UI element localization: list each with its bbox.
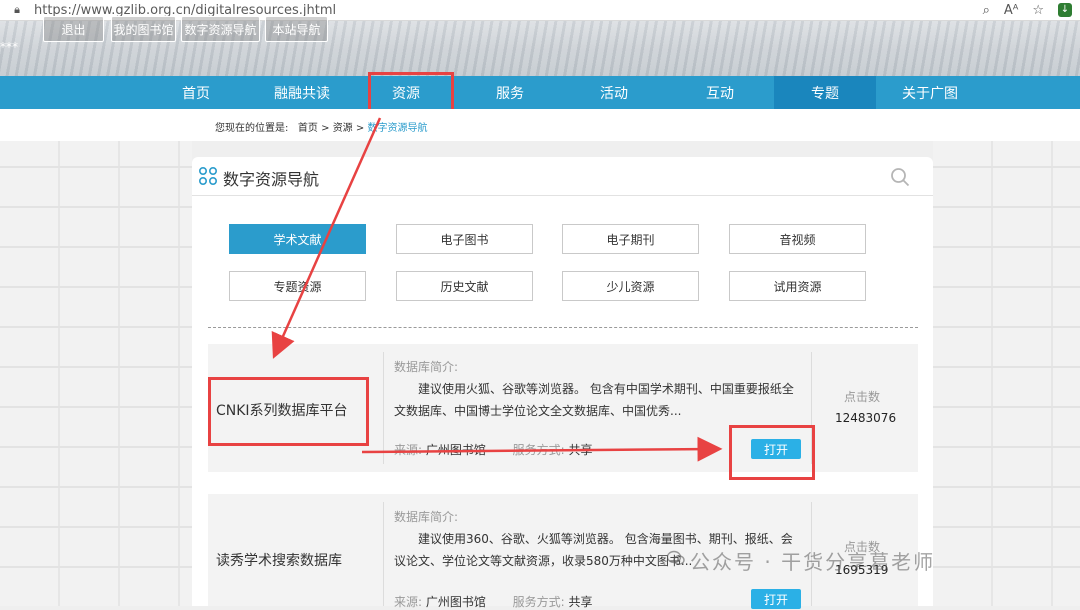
category-audio-video[interactable]: 音视频 [729,224,866,254]
service-value: 共享 [568,443,593,457]
source-label: 来源: [394,443,423,457]
background-pattern-right [933,141,1080,606]
lock-icon[interactable]: 🔒︎ [10,3,24,17]
card-divider [383,502,384,606]
nav-interaction[interactable]: 互动 [684,76,756,109]
nav-topics[interactable]: 专题 [774,76,876,109]
service-label: 服务方式: [512,443,565,457]
category-academic[interactable]: 学术文献 [229,224,366,254]
highlight-box-open-button [729,425,815,480]
site-nav-button[interactable]: 本站导航 [265,16,328,42]
service-value: 共享 [568,595,593,609]
open-button-duxiu[interactable]: 打开 [751,589,801,609]
highlight-box-cnki-name [208,377,369,446]
database-meta: 来源: 广州图书馆 服务方式: 共享 [394,441,592,458]
breadcrumb-current[interactable]: 数字资源导航 [367,123,427,134]
breadcrumb-prefix: 您现在的位置是: [215,123,289,134]
breadcrumb-sep: > [321,123,330,134]
digital-resource-nav-button[interactable]: 数字资源导航 [181,16,260,42]
breadcrumb-home[interactable]: 首页 [298,123,318,134]
watermark-text: 公众号 · 干货分享葛老师 [690,550,936,574]
database-name[interactable]: 读秀学术搜索数据库 [216,550,342,570]
browser-tools: ⌕ Aᴬ ☆ ↓ [983,0,1072,20]
nav-reading[interactable]: 融融共读 [262,76,342,109]
search-icon[interactable] [890,167,910,187]
source-value: 广州图书馆 [425,595,486,609]
panel-header: 数字资源导航 [192,157,933,196]
intro-label: 数据库简介: [394,510,459,524]
masked-username: *** [0,40,18,54]
nav-services[interactable]: 服务 [474,76,546,109]
favorite-icon[interactable]: ☆ [1032,3,1044,18]
extension-icon[interactable]: ↓ [1058,3,1072,17]
category-children[interactable]: 少儿资源 [562,271,699,301]
my-library-button[interactable]: 我的图书馆 [111,16,176,42]
main-nav: 首页 融融共读 资源 服务 活动 互动 专题 关于广图 [0,76,1080,109]
nav-home[interactable]: 首页 [160,76,232,109]
breadcrumb-band [0,109,1080,141]
card-divider [383,352,384,464]
category-historical[interactable]: 历史文献 [396,271,533,301]
wechat-icon [667,550,685,565]
database-description: 建议使用火狐、谷歌等浏览器。 包含有中国学术期刊、中国重要报纸全文数据库、中国博… [394,382,794,418]
category-trial[interactable]: 试用资源 [729,271,866,301]
breadcrumb: 您现在的位置是: 首页 > 资源 > 数字资源导航 [215,119,427,134]
category-ebooks[interactable]: 电子图书 [396,224,533,254]
source-label: 来源: [394,595,423,609]
database-meta: 来源: 广州图书馆 服务方式: 共享 [394,593,592,610]
clicks-label: 点击数 [844,390,881,404]
intro-label: 数据库简介: [394,360,459,374]
nav-activities[interactable]: 活动 [578,76,650,109]
source-value: 广州图书馆 [425,443,486,457]
background-pattern-left [0,141,192,606]
breadcrumb-resource[interactable]: 资源 [333,123,353,134]
grid-circles-icon [198,166,218,186]
nav-about[interactable]: 关于广图 [890,76,970,109]
breadcrumb-sep: > [355,123,365,134]
service-label: 服务方式: [512,595,565,609]
dashed-divider [208,327,918,328]
category-special[interactable]: 专题资源 [229,271,366,301]
logout-button[interactable]: 退出 [43,16,104,42]
clicks-value: 12483076 [835,411,897,425]
panel-title: 数字资源导航 [223,170,320,189]
zoom-icon[interactable]: ⌕ [983,3,990,18]
category-ejournals[interactable]: 电子期刊 [562,224,699,254]
read-aloud-icon[interactable]: Aᴬ [1004,3,1019,18]
